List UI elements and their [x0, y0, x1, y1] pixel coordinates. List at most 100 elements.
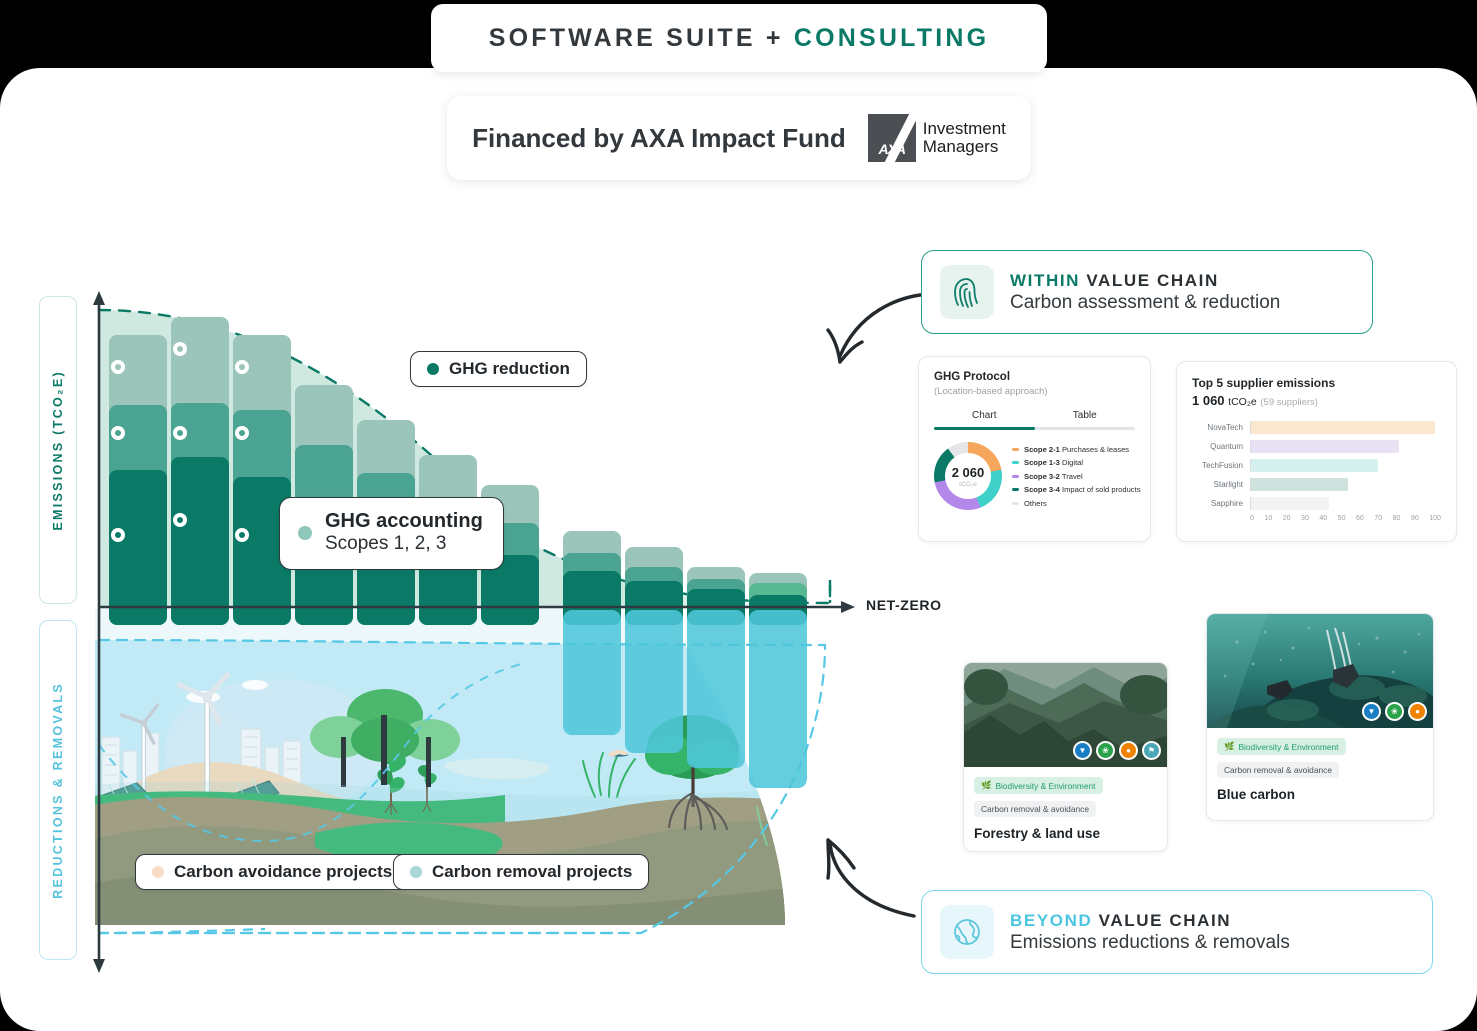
suppliers-value: 1 060 — [1192, 393, 1225, 408]
legend-ghg-reduction[interactable]: GHG reduction — [410, 351, 587, 387]
legend-swatch-icon — [1012, 461, 1019, 464]
supplier-bar-track — [1250, 421, 1441, 434]
sdg-badges-forestry: ▼ ❀ ● ⚑ — [1073, 741, 1161, 760]
software-suite-badge: SOFTWARE SUITE + CONSULTING — [431, 4, 1047, 72]
legend-ghg-accounting[interactable]: GHG accounting Scopes 1, 2, 3 — [279, 497, 504, 570]
tag-carbon-removal: Carbon removal & avoidance — [1217, 762, 1340, 778]
suppliers-note: (59 suppliers) — [1260, 397, 1318, 408]
legend-dot-icon — [410, 866, 422, 878]
tag-biodiversity-label: Biodiversity & Environment — [1238, 741, 1339, 752]
project-card-blue-carbon[interactable]: ▼ ❀ ● 🌿 Biodiversity & Environment Carbon … — [1206, 613, 1434, 821]
legend-swatch-icon — [1012, 447, 1019, 451]
beyond-subtitle: Emissions reductions & removals — [1010, 931, 1290, 953]
sdg-badge-icon: ❀ — [1096, 741, 1115, 760]
ghg-accounting-title: GHG accounting — [325, 510, 483, 532]
beyond-value-chain-text: BEYOND VALUE CHAIN Emissions reductions … — [1010, 911, 1290, 954]
ghg-donut-center: 2 060 tCO₂e — [945, 453, 991, 499]
globe-icon — [940, 905, 994, 959]
within-value-chain-badge[interactable]: WITHIN VALUE CHAIN Carbon assessment & r… — [921, 250, 1373, 334]
legend-carbon-removal[interactable]: Carbon removal projects — [393, 854, 650, 890]
sdg-badges-blue: ▼ ❀ ● — [1362, 702, 1427, 721]
supplier-axis-tick: 90 — [1410, 515, 1419, 522]
supplier-axis-tick: 10 — [1264, 515, 1273, 522]
beyond-kicker: BEYOND VALUE CHAIN — [1010, 911, 1290, 931]
ghg-panel-tab-indicator — [934, 427, 1035, 430]
sdg-badge-icon: ● — [1119, 741, 1138, 760]
axa-mark-icon: AXA — [867, 114, 916, 162]
ghg-total-unit: tCO₂e — [959, 480, 977, 488]
supplier-name: Sapphire — [1210, 499, 1243, 508]
supplier-axis-tick: 60 — [1355, 515, 1364, 522]
supplier-bar-row: Starlight — [1192, 475, 1441, 494]
supplier-bar-fill — [1251, 497, 1329, 510]
supplier-name: Quantum — [1210, 442, 1243, 451]
ghg-legend-label: Scope 3-2 Travel — [1024, 471, 1083, 481]
suppliers-axis-ticks: 0 10 20 30 40 50 60 70 80 90 100 — [1250, 515, 1441, 522]
supplier-axis-tick: 70 — [1374, 515, 1383, 522]
supplier-bar-fill — [1251, 421, 1436, 434]
supplier-bar-fill — [1251, 459, 1379, 472]
supplier-bar-fill — [1251, 440, 1400, 453]
legend-ghg-reduction-label: GHG reduction — [449, 359, 570, 378]
suppliers-axis: 0 10 20 30 40 50 60 70 80 90 100 — [1192, 515, 1441, 522]
supplier-emissions-panel: Top 5 supplier emissions 1 060 tCO₂e (59… — [1176, 361, 1457, 542]
project-name-forestry: Forestry & land use — [974, 826, 1101, 841]
tab-chart[interactable]: Chart — [934, 410, 1035, 427]
project-card-forestry-body: 🌿 Biodiversity & Environment Carbon remo… — [964, 767, 1167, 851]
legend-swatch-icon — [1012, 488, 1019, 491]
ghg-panel-subtitle: (Location-based approach) — [934, 386, 1048, 397]
within-value-chain-text: WITHIN VALUE CHAIN Carbon assessment & r… — [1010, 271, 1280, 314]
supplier-axis-tick: 40 — [1319, 515, 1328, 522]
suite-prefix: SOFTWARE SUITE + — [488, 23, 794, 52]
leaf-icon: 🌿 — [981, 780, 992, 790]
forest-valley-photo: ▼ ❀ ● ⚑ — [964, 663, 1167, 767]
ghg-legend-item: Scope 1-3 Digital — [1012, 458, 1141, 467]
tab-table[interactable]: Table — [1035, 410, 1136, 427]
legend-ghg-accounting-text: GHG accounting Scopes 1, 2, 3 — [325, 510, 483, 556]
axa-mark-text: AXA — [878, 141, 906, 157]
tag-biodiversity: 🌿 Biodiversity & Environment — [1217, 738, 1346, 755]
axis-label-reductions: REDUCTIONS & REMOVALS — [39, 620, 77, 960]
suppliers-title: Top 5 supplier emissions — [1192, 376, 1336, 390]
within-kicker-rest: VALUE CHAIN — [1086, 270, 1219, 290]
supplier-bar-row: Sapphire — [1192, 494, 1441, 513]
beyond-value-chain-badge[interactable]: BEYOND VALUE CHAIN Emissions reductions … — [921, 890, 1433, 974]
supplier-axis-tick: 80 — [1392, 515, 1401, 522]
net-zero-marker: NET-ZERO — [866, 597, 942, 613]
within-subtitle: Carbon assessment & reduction — [1010, 291, 1281, 313]
axis-label-reductions-text: REDUCTIONS & REMOVALS — [51, 681, 65, 899]
supplier-bar-fill — [1251, 478, 1348, 491]
within-kicker-hl: WITHIN — [1010, 270, 1087, 290]
tag-carbon-removal: Carbon removal & avoidance — [974, 801, 1097, 817]
ghg-legend-item: Scope 3-2 Travel — [1012, 472, 1141, 481]
ghg-panel-tabbar — [934, 427, 1135, 430]
supplier-name: TechFusion — [1202, 461, 1243, 470]
ghg-protocol-panel: GHG Protocol (Location-based approach) C… — [918, 356, 1151, 542]
tag-biodiversity: 🌿 Biodiversity & Environment — [974, 777, 1103, 794]
suppliers-value-row: 1 060 tCO₂e (59 suppliers) — [1192, 393, 1441, 408]
legend-dot-icon — [298, 525, 312, 540]
supplier-bar-row: NovaTech — [1192, 418, 1441, 437]
supplier-name: Starlight — [1213, 480, 1243, 489]
axis-label-emissions-text: EMISSIONS (TCO₂E) — [51, 369, 65, 531]
supplier-axis-tick: 50 — [1337, 515, 1346, 522]
financed-label: Financed by AXA Impact Fund — [472, 122, 846, 153]
legend-swatch-icon — [1012, 474, 1019, 478]
ghg-legend-label: Others — [1024, 498, 1047, 508]
leaf-icon: 🌿 — [1224, 741, 1235, 751]
supplier-bar-row: TechFusion — [1192, 456, 1441, 475]
ghg-donut-chart: 2 060 tCO₂e — [934, 442, 1002, 510]
software-suite-title: SOFTWARE SUITE + CONSULTING — [489, 24, 990, 53]
ghg-legend-label: Scope 1-3 Digital — [1024, 458, 1084, 467]
supplier-bar-track — [1250, 440, 1441, 453]
beyond-kicker-hl: BEYOND — [1010, 910, 1099, 930]
ghg-legend-item: Scope 3-4 Impact of sold products — [1012, 485, 1141, 494]
suppliers-unit: tCO₂e — [1228, 396, 1257, 408]
project-card-blue-body: 🌿 Biodiversity & Environment Carbon remo… — [1207, 728, 1433, 812]
legend-carbon-avoidance[interactable]: Carbon avoidance projects — [135, 854, 410, 890]
ghg-accounting-sub: Scopes 1, 2, 3 — [325, 533, 447, 554]
ghg-legend-item: Others — [1012, 499, 1141, 508]
axa-line-1: Investment — [922, 119, 1006, 139]
underwater-kelp-photo: ▼ ❀ ● — [1207, 614, 1433, 728]
project-card-forestry[interactable]: ▼ ❀ ● ⚑ 🌿 Biodiversity & Environment Carbon… — [963, 662, 1168, 852]
